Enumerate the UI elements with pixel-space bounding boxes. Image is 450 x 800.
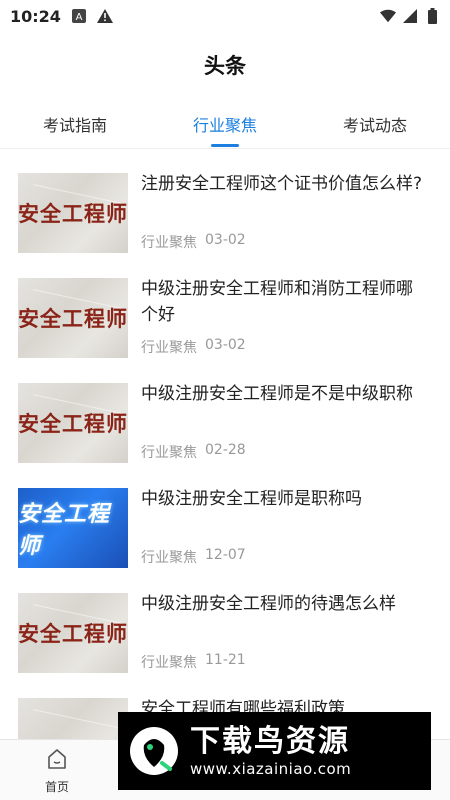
font-icon: A (71, 8, 87, 24)
article-category: 行业聚焦 (141, 235, 197, 251)
tab-exam-news[interactable]: 考试动态 (335, 100, 415, 148)
wifi-icon (380, 8, 396, 24)
article-list: 安全工程师 注册安全工程师这个证书价值怎么样? 行业聚焦 03-02 安全工程师… (0, 165, 450, 795)
article-category: 行业聚焦 (141, 445, 197, 461)
article-thumbnail: 安全工程师 (18, 593, 128, 673)
watermark-banner: 下载鸟资源 www.xiazainiao.com (118, 712, 431, 790)
article-thumbnail: 安全工程师 (18, 173, 128, 253)
article-date: 11-21 (205, 652, 246, 668)
article-title: 中级注册安全工程师是不是中级职称 (141, 384, 413, 404)
article-thumbnail: 安全工程师 (18, 383, 128, 463)
nav-home-label: 首页 (44, 780, 69, 794)
signal-icon (402, 8, 418, 24)
article-title: 中级注册安全工程师是职称吗 (141, 489, 362, 509)
article-thumbnail: 安全工程师 (18, 278, 128, 358)
thumbnail-text: 安全工程师 (18, 502, 111, 559)
list-item[interactable]: 安全工程师 中级注册安全工程师是职称吗 行业聚焦 12-07 (0, 480, 450, 585)
nav-home[interactable]: 首页 (30, 748, 84, 796)
article-date: 03-02 (205, 337, 246, 353)
tab-bar: 考试指南 行业聚焦 考试动态 (0, 100, 450, 149)
article-category: 行业聚焦 (141, 550, 197, 566)
watermark-url: www.xiazainiao.com (190, 760, 352, 778)
article-category: 行业聚焦 (141, 655, 197, 671)
svg-text:A: A (76, 12, 83, 23)
page-title: 头条 (204, 54, 246, 78)
article-date: 12-07 (205, 547, 246, 563)
tab-label: 考试指南 (42, 116, 107, 135)
list-item[interactable]: 安全工程师 注册安全工程师这个证书价值怎么样? 行业聚焦 03-02 (0, 165, 450, 270)
status-time: 10:24 (10, 6, 61, 26)
article-meta: 行业聚焦 03-02 (141, 337, 246, 357)
article-thumbnail: 安全工程师 (18, 488, 128, 568)
warning-icon (96, 8, 113, 24)
article-meta: 行业聚焦 12-07 (141, 547, 246, 567)
active-tab-indicator (210, 144, 239, 147)
article-title: 注册安全工程师这个证书价值怎么样? (141, 174, 423, 194)
battery-icon (424, 8, 440, 24)
article-meta: 行业聚焦 02-28 (141, 442, 246, 462)
home-icon (46, 748, 68, 774)
article-category: 行业聚焦 (141, 340, 197, 356)
tab-label: 考试动态 (342, 116, 407, 135)
list-item[interactable]: 安全工程师 中级注册安全工程师的待遇怎么样 行业聚焦 11-21 (0, 585, 450, 690)
status-bar: 10:24 A (0, 0, 450, 32)
article-meta: 行业聚焦 03-02 (141, 232, 246, 252)
tab-industry-focus[interactable]: 行业聚焦 (185, 100, 265, 148)
article-title: 中级注册安全工程师和消防工程师哪个好 (141, 279, 413, 325)
article-meta: 行业聚焦 11-21 (141, 652, 246, 672)
tab-exam-guide[interactable]: 考试指南 (35, 100, 115, 148)
article-date: 02-28 (205, 442, 246, 458)
bird-logo-icon (126, 723, 182, 779)
article-date: 03-02 (205, 232, 246, 248)
article-title: 中级注册安全工程师的待遇怎么样 (141, 594, 396, 614)
list-item[interactable]: 安全工程师 中级注册安全工程师和消防工程师哪个好 行业聚焦 03-02 (0, 270, 450, 375)
watermark-title: 下载鸟资源 (190, 724, 350, 759)
list-item[interactable]: 安全工程师 中级注册安全工程师是不是中级职称 行业聚焦 02-28 (0, 375, 450, 480)
tab-label: 行业聚焦 (192, 116, 257, 135)
